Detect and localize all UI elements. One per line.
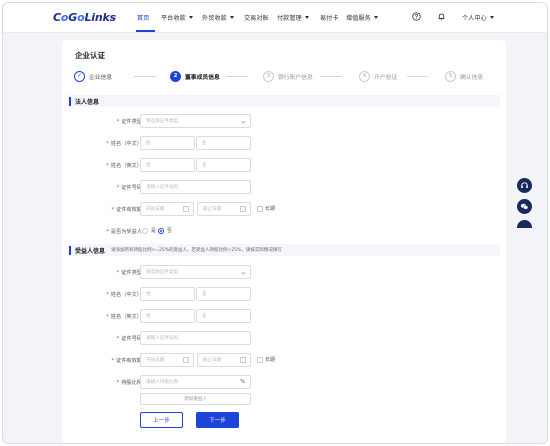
legal-id-type-select[interactable]: 请选择证件类型: [140, 114, 251, 128]
next-step-button[interactable]: 下一步: [196, 412, 239, 428]
chevron-down-icon: [188, 16, 193, 19]
chevron-down-icon: [241, 119, 246, 124]
step-director-info: 2 董事成员信息: [170, 70, 220, 82]
headset-icon: [521, 182, 528, 189]
chevron-down-icon: [489, 16, 494, 19]
enterprise-auth-card: 企业认证 ✓ 企业信息 2 董事成员信息 3 银行账户信息 4 开户验证 5 确认信息 法…: [62, 40, 506, 443]
step-enterprise-info: ✓ 企业信息: [74, 70, 112, 82]
step-account-verification: 4 开户验证: [359, 70, 397, 82]
ben-end-date-input[interactable]: 截止日期: [197, 353, 251, 367]
field-label: * 证件有效期: [111, 207, 142, 213]
ben-given-cn-input[interactable]: 名: [196, 287, 251, 301]
legal-surname-cn-input[interactable]: 姓: [140, 136, 195, 150]
legal-surname-en-input[interactable]: 姓: [140, 158, 195, 172]
long-term-label: 长期: [265, 206, 276, 212]
step-connector: [226, 76, 248, 77]
ben-surname-cn-input[interactable]: 姓: [140, 287, 195, 301]
field-label: * 证件有效期: [111, 358, 142, 364]
chevron-down-icon: [373, 16, 378, 19]
step-connector: [320, 76, 342, 77]
customer-service-button[interactable]: [517, 178, 532, 193]
legal-given-en-input[interactable]: 名: [196, 158, 251, 172]
field-label: * 姓名（中文）: [106, 141, 142, 147]
nav-card[interactable]: 易付卡: [320, 13, 339, 22]
step-connector: [407, 76, 429, 77]
add-beneficiary-button[interactable]: 添加受益人: [140, 393, 251, 405]
field-label: * 姓名（中文）: [106, 292, 142, 298]
ben-id-number-input[interactable]: 请输入证件号码: [140, 331, 251, 345]
field-label: * 证件号码: [116, 336, 142, 342]
help-icon[interactable]: [412, 12, 421, 21]
ben-surname-en-input[interactable]: 姓: [140, 309, 195, 323]
beneficiary-no-radio[interactable]: [158, 228, 164, 234]
bell-icon[interactable]: [437, 12, 446, 21]
beneficiary-yes-radio[interactable]: [142, 228, 148, 234]
legal-long-term-checkbox[interactable]: [257, 206, 263, 212]
nav-reconciliation[interactable]: 交易对账: [244, 13, 269, 22]
chevron-down-icon: [229, 16, 234, 19]
nav-platform-collection[interactable]: 平台收款: [161, 13, 193, 22]
radio-no-label: 否: [167, 228, 173, 234]
step-connector: [134, 76, 156, 77]
calendar-icon: [183, 206, 189, 212]
section-legal-rep: 法人信息: [68, 95, 500, 107]
step-confirm-info: 5 确认信息: [445, 70, 483, 82]
ben-id-type-select[interactable]: 请选择证件类型: [140, 265, 251, 279]
field-label: * 证件类型: [116, 119, 142, 125]
ben-share-ratio-input[interactable]: 请输入持股比例%: [140, 375, 251, 389]
calendar-icon: [183, 357, 189, 363]
calendar-icon: [240, 357, 246, 363]
field-label: * 持股比例: [116, 380, 142, 386]
app-window: CoGoLinks 首页 平台收款 外贸收款 交易对账 付款管理 易付卡 增值服…: [2, 2, 548, 444]
chevron-down-icon: [304, 16, 309, 19]
field-label: * 姓名（英文）: [106, 314, 142, 320]
brand-logo[interactable]: CoGoLinks: [53, 11, 116, 24]
field-label: * 是否为受益人: [106, 229, 142, 235]
long-term-label: 长期: [265, 357, 276, 363]
user-center-menu[interactable]: 个人中心: [462, 13, 494, 22]
field-label: * 证件号码: [116, 185, 142, 191]
field-label: * 证件类型: [116, 270, 142, 276]
nav-active-indicator: [136, 30, 155, 32]
percent-unit: %: [240, 379, 245, 385]
calendar-icon: [240, 206, 246, 212]
field-label: * 姓名（英文）: [106, 163, 142, 169]
legal-start-date-input[interactable]: 开始日期: [140, 202, 194, 216]
chevron-down-icon: [241, 270, 246, 275]
legal-end-date-input[interactable]: 截止日期: [197, 202, 251, 216]
radio-yes-label: 是: [151, 228, 157, 234]
section-beneficiary: 受益人信息 请添加所有持股比例>=25%的受益人，若受益人持股比例<25%，请按实…: [68, 244, 500, 256]
legal-id-number-input[interactable]: 请输入证件号码: [140, 180, 251, 194]
prev-step-button[interactable]: 上一步: [140, 412, 183, 428]
check-icon: ✓: [74, 70, 85, 82]
legal-given-cn-input[interactable]: 名: [196, 136, 251, 150]
page-title: 企业认证: [75, 51, 105, 60]
wechat-icon: [520, 203, 529, 210]
nav-value-added[interactable]: 增值服务: [346, 13, 378, 22]
wechat-button[interactable]: [517, 199, 532, 214]
nav-trade-collection[interactable]: 外贸收款: [202, 13, 234, 22]
ben-long-term-checkbox[interactable]: [257, 357, 263, 363]
ben-start-date-input[interactable]: 开始日期: [140, 353, 194, 367]
top-navbar: CoGoLinks 首页 平台收款 外贸收款 交易对账 付款管理 易付卡 增值服…: [3, 3, 547, 33]
nav-home[interactable]: 首页: [137, 13, 149, 22]
more-float-button[interactable]: [517, 220, 532, 228]
nav-payment-management[interactable]: 付款管理: [277, 13, 309, 22]
step-bank-account: 3 银行账户信息: [263, 70, 313, 82]
ben-given-en-input[interactable]: 名: [196, 309, 251, 323]
